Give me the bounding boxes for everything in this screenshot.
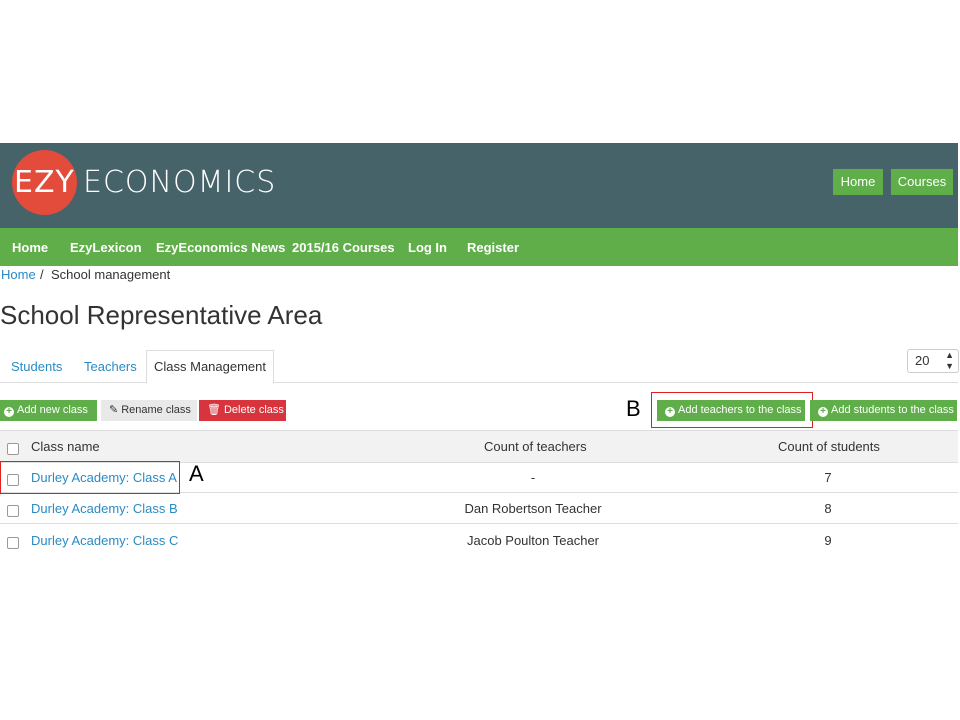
select-all-checkbox[interactable] [7,443,19,455]
students-cell: 9 [824,533,832,548]
header-home-button[interactable]: Home [833,169,883,195]
nav-item-ezylexicon[interactable]: EzyLexicon [70,240,142,255]
plus-circle-icon: + [4,407,14,417]
class-name-link[interactable]: Durley Academy: Class B [31,501,178,516]
trash-icon: 🗑 [207,404,221,416]
page-size-value: 20 [915,353,930,368]
teachers-cell: - [530,470,536,485]
add-students-label: Add students to the class [831,404,954,416]
students-cell: 7 [824,470,832,485]
breadcrumb-current: School management [51,267,171,282]
breadcrumb-separator: / [40,267,44,282]
row-checkbox[interactable] [7,505,19,517]
class-name-link[interactable]: Durley Academy: Class C [31,533,178,548]
tab-teachers[interactable]: Teachers [84,359,137,374]
add-teachers-label: Add teachers to the class [678,404,802,416]
nav-item-news[interactable]: EzyEconomics News [156,240,285,255]
plus-circle-icon: + [665,407,675,417]
nav-item-register[interactable]: Register [467,240,519,255]
header-count-students: Count of students [778,439,880,454]
nav-item-login[interactable]: Log In [408,240,447,255]
delete-class-label: Delete class [223,404,284,416]
page-size-select[interactable]: 20 ▲ ▼ [907,349,959,373]
highlight-box-a [0,461,180,494]
add-students-button[interactable]: + Add students to the class [810,400,957,421]
tab-class-management[interactable]: Class Management [146,350,274,384]
logo-prefix: EZY [14,165,75,200]
nav-item-courses[interactable]: 2015/16 Courses [292,240,395,255]
page-title: School Representative Area [0,300,323,330]
header-class-name: Class name [31,439,100,454]
add-class-button[interactable]: + Add new class [0,400,97,421]
tabs-divider [0,382,958,383]
header-count-teachers: Count of teachers [484,439,587,454]
add-class-label: Add new class [17,404,88,416]
add-teachers-button[interactable]: + Add teachers to the class [657,400,805,421]
plus-circle-icon: + [818,407,828,417]
teachers-cell: Dan Robertson Teacher [464,501,602,516]
annotation-b: B [626,396,641,421]
edit-icon: ✎ [109,404,119,416]
header-courses-button[interactable]: Courses [891,169,953,195]
teachers-cell: Jacob Poulton Teacher [466,533,600,548]
delete-class-button[interactable]: 🗑 Delete class [199,400,286,421]
updown-icon: ▲ ▼ [945,350,954,371]
annotation-a: A [189,461,204,486]
rename-class-label: Rename class [121,404,191,416]
rename-class-button[interactable]: ✎ Rename class [101,400,197,421]
tab-students[interactable]: Students [11,359,62,374]
row-checkbox[interactable] [7,537,19,549]
nav-item-home[interactable]: Home [12,240,48,255]
breadcrumb-home-link[interactable]: Home [1,267,36,282]
students-cell: 8 [824,501,832,516]
logo-name: ECONOMICS [83,165,277,200]
